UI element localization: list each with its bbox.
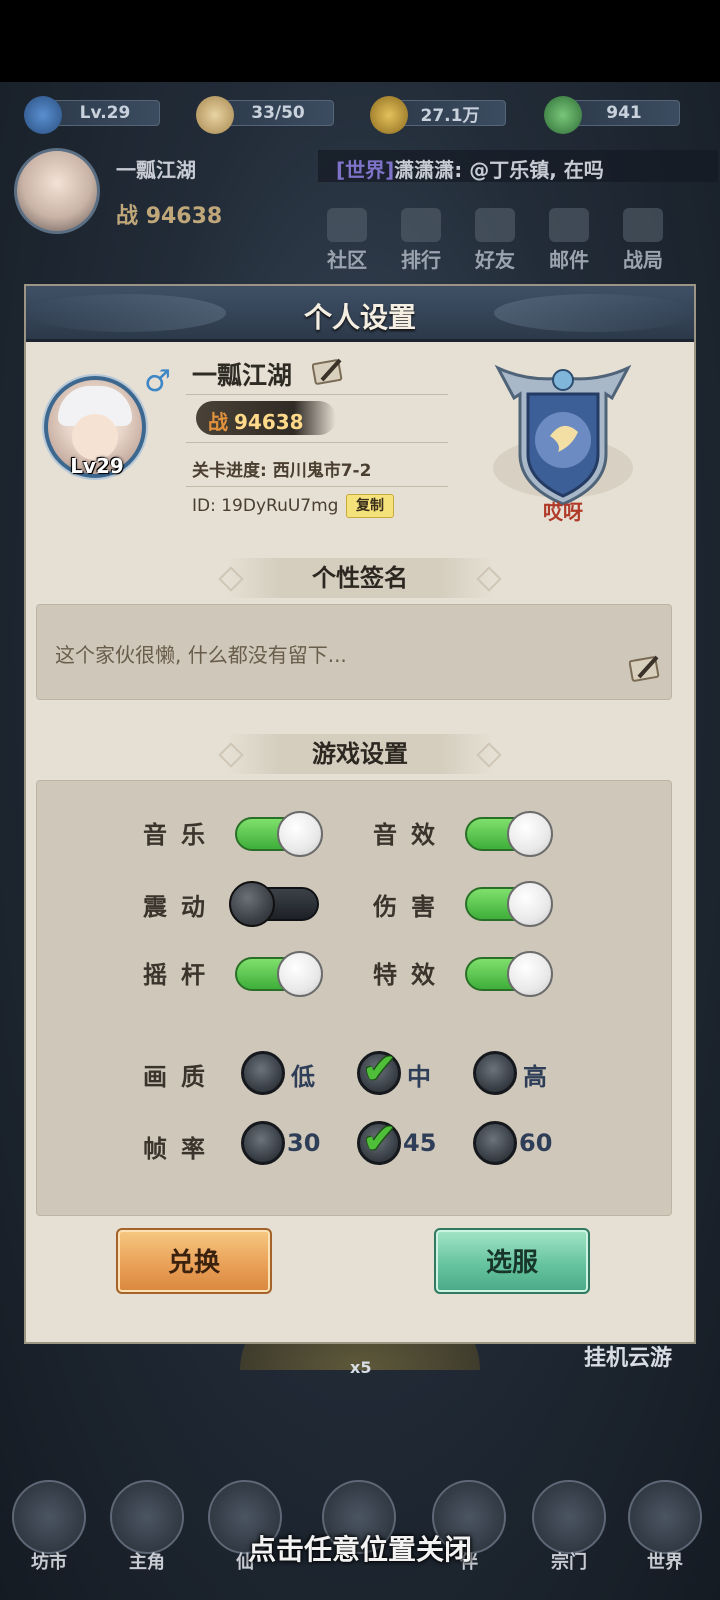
menu-battle-label: 战局 — [623, 248, 663, 272]
menu-mail[interactable]: 邮件 — [534, 208, 604, 273]
framerate-30-label: 30 — [287, 1129, 321, 1157]
dialog-title: 个人设置 — [303, 301, 416, 334]
hud-power-value: 94638 — [145, 204, 223, 229]
menu-ranking[interactable]: 排行 — [386, 208, 456, 273]
checkmark-icon: ✔ — [362, 1114, 398, 1163]
game-settings-panel: 音乐 音效 震动 伤害 摇杆 特效 画质 低 ✔ 中 高 帧率 30 ✔ 45 … — [36, 780, 672, 1216]
checkmark-icon: ✔ — [362, 1044, 398, 1093]
world-chat-bar[interactable]: [世界]潇潇潇: @丁乐镇, 在吗 — [318, 150, 718, 182]
game-settings-section-title: 游戏设置 — [226, 734, 494, 774]
stage-progress: 关卡进度: 西川鬼市7-2 — [192, 461, 372, 481]
jade-pill[interactable]: 941 — [568, 100, 680, 126]
divider — [186, 394, 448, 395]
profile-power-badge: 战 94638 — [196, 401, 336, 435]
vibration-toggle[interactable] — [229, 881, 319, 927]
joystick-label: 摇杆 — [143, 961, 219, 989]
menu-friends-label: 好友 — [475, 248, 515, 272]
framerate-60-radio[interactable] — [473, 1121, 517, 1165]
quality-low-label: 低 — [291, 1063, 315, 1091]
toggle-knob — [507, 951, 553, 997]
divider — [186, 442, 448, 443]
close-hint: 点击任意位置关闭 — [247, 1533, 472, 1566]
quality-high-radio[interactable] — [473, 1051, 517, 1095]
music-toggle[interactable] — [235, 811, 323, 857]
power-value: 94638 — [234, 410, 304, 434]
exchange-button[interactable]: 兑换 — [116, 1228, 272, 1294]
edit-name-icon[interactable] — [312, 356, 346, 386]
effects-label: 特效 — [373, 961, 449, 989]
quality-high-label: 高 — [523, 1063, 547, 1091]
chat-message: 潇潇潇: @丁乐镇, 在吗 — [394, 158, 604, 182]
menu-battle[interactable]: 战局 — [608, 208, 678, 273]
quality-low-radio[interactable] — [241, 1051, 285, 1095]
gender-male-icon: ♂ — [144, 364, 171, 399]
guild-crest-icon[interactable] — [488, 358, 638, 508]
vibration-label: 震动 — [143, 893, 219, 921]
toggle-knob — [507, 811, 553, 857]
avatar-level: Lv29 — [70, 454, 124, 478]
dialog-header: 个人设置 — [26, 286, 694, 342]
toggle-knob — [507, 881, 553, 927]
framerate-45-label: 45 — [403, 1129, 437, 1157]
joystick-toggle[interactable] — [235, 951, 323, 997]
hud-power: 战 94638 — [116, 198, 222, 230]
toggle-knob — [277, 951, 323, 997]
hud-player-name: 一瓢江湖 — [116, 158, 196, 182]
crest-label: 哎呀 — [543, 500, 583, 524]
status-bar-area — [0, 0, 720, 82]
signature-text: 这个家伙很懒, 什么都没有留下... — [55, 643, 347, 667]
idle-travel-button[interactable]: 挂机云游 — [584, 1340, 672, 1372]
reward-count: x5 — [350, 1358, 372, 1377]
framerate-45-radio[interactable]: ✔ — [357, 1114, 401, 1165]
hud-power-prefix: 战 — [116, 204, 139, 229]
menu-mail-label: 邮件 — [549, 248, 589, 272]
level-pill: Lv.29 — [50, 100, 160, 126]
quality-mid-label: 中 — [407, 1063, 431, 1091]
toggle-knob — [229, 881, 275, 927]
community-icon — [327, 208, 367, 242]
chat-channel-tag: [世界] — [336, 158, 395, 182]
quality-mid-radio[interactable]: ✔ — [357, 1044, 401, 1095]
quality-label: 画质 — [143, 1063, 219, 1091]
friends-icon — [475, 208, 515, 242]
jade-leaf-icon — [544, 96, 582, 134]
level-text: Lv.29 — [79, 103, 131, 123]
signature-box[interactable]: 这个家伙很懒, 什么都没有留下... — [36, 604, 672, 700]
coin-pill[interactable]: 27.1万 — [394, 100, 506, 126]
player-id: ID: 19DyRuU7mg — [192, 496, 339, 516]
menu-ranking-label: 排行 — [401, 248, 441, 272]
select-server-button[interactable]: 选服 — [434, 1228, 590, 1294]
edit-signature-icon[interactable] — [629, 653, 663, 683]
coin-icon — [370, 96, 408, 134]
battle-icon — [623, 208, 663, 242]
power-prefix: 战 — [208, 410, 228, 434]
effects-toggle[interactable] — [465, 951, 553, 997]
sound-effects-label: 音效 — [373, 821, 449, 849]
sound-effects-toggle[interactable] — [465, 811, 553, 857]
menu-community-label: 社区 — [327, 248, 367, 272]
copy-id-button[interactable]: 复制 — [346, 494, 394, 518]
personal-settings-dialog: 个人设置 ♂ Lv29 一瓢江湖 战 94638 关卡进度: 西川鬼市7-2 ID… — [26, 286, 694, 1342]
ranking-icon — [401, 208, 441, 242]
hud-avatar[interactable] — [14, 148, 100, 234]
music-label: 音乐 — [143, 821, 219, 849]
damage-label: 伤害 — [373, 893, 449, 921]
mail-icon — [549, 208, 589, 242]
coin-text: 27.1万 — [420, 105, 480, 126]
stamina-text: 33/50 — [251, 103, 305, 123]
toggle-knob — [277, 811, 323, 857]
menu-friends[interactable]: 好友 — [460, 208, 530, 273]
signature-section-title: 个性签名 — [226, 558, 494, 598]
stamina-pill[interactable]: 33/50 — [222, 100, 334, 126]
framerate-30-radio[interactable] — [241, 1121, 285, 1165]
stamina-bun-icon — [196, 96, 234, 134]
framerate-60-label: 60 — [519, 1129, 553, 1157]
damage-toggle[interactable] — [465, 881, 553, 927]
profile-name: 一瓢江湖 — [192, 361, 293, 390]
framerate-label: 帧率 — [143, 1135, 219, 1163]
divider — [186, 486, 448, 487]
level-icon — [24, 96, 62, 134]
jade-text: 941 — [606, 103, 642, 123]
menu-community[interactable]: 社区 — [312, 208, 382, 273]
